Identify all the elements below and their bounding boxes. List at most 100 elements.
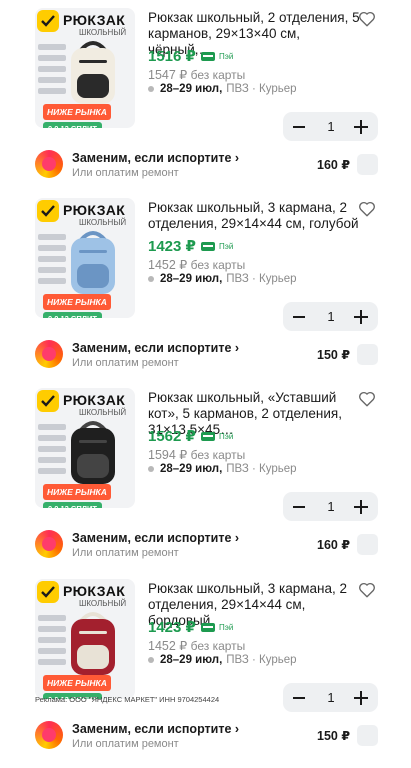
service-title[interactable]: Заменим, если испортите › [72, 341, 239, 355]
pay-label: Пэй [218, 431, 234, 441]
old-price-row: 1547 ₽ без карты [148, 67, 245, 82]
card-icon [200, 51, 215, 61]
plus-icon[interactable] [354, 500, 368, 514]
heart-icon[interactable] [358, 200, 376, 218]
service-subtitle: Или оплатим ремонт [72, 547, 179, 559]
select-checkbox[interactable] [37, 10, 59, 32]
price: 1562 ₽ [148, 428, 196, 445]
service-title[interactable]: Заменим, если испортите › [72, 722, 239, 736]
old-price: 1452 ₽ [148, 258, 188, 272]
quantity-stepper: 1 [283, 112, 378, 141]
service-title[interactable]: Заменим, если испортите › [72, 531, 239, 545]
delivery-info: 28–29 июл, ПВЗ · Курьер [148, 273, 297, 285]
delivery-options: ПВЗ · Курьер [226, 463, 297, 475]
delivery-dot-icon [148, 657, 154, 663]
image-brand-text: РЮКЗАК [63, 12, 126, 28]
service-subtitle: Или оплатим ремонт [72, 738, 179, 750]
card-icon [200, 622, 215, 632]
heart-icon[interactable] [358, 10, 376, 28]
image-brand-text: РЮКЗАК [63, 583, 126, 599]
below-market-badge: НИЖЕ РЫНКА [43, 675, 111, 691]
delivery-date: 28–29 июл, [160, 273, 223, 285]
heart-icon[interactable] [358, 390, 376, 408]
price: 1423 ₽ [148, 619, 196, 636]
minus-icon[interactable] [293, 506, 305, 508]
product-image[interactable]: РЮКЗАК ШКОЛЬНЫЙ НИЖЕ РЫНКА 0 0 12 СПЛИТ [35, 198, 135, 318]
backpack-image [71, 612, 115, 675]
pay-label: Пэй [218, 51, 234, 61]
product-image[interactable]: РЮКЗАК ШКОЛЬНЫЙ НИЖЕ РЫНКА 0 0 12 СПЛИТ [35, 579, 135, 699]
service-checkbox[interactable] [357, 154, 378, 175]
quantity-value: 1 [327, 690, 335, 705]
plus-icon[interactable] [354, 691, 368, 705]
select-checkbox[interactable] [37, 390, 59, 412]
service-title[interactable]: Заменим, если испортите › [72, 151, 239, 165]
old-price: 1594 ₽ [148, 448, 188, 462]
backpack-image [71, 421, 115, 484]
delivery-info: 28–29 июл, ПВЗ · Курьер [148, 463, 297, 475]
service-checkbox[interactable] [357, 534, 378, 555]
pay-label: Пэй [218, 241, 234, 251]
image-brand-text: РЮКЗАК [63, 392, 126, 408]
ad-disclaimer: Реклама. ООО "ЯНДЕКС МАРКЕТ" ИНН 9704254… [35, 695, 220, 704]
heart-icon[interactable] [358, 581, 376, 599]
service-price: 150 ₽ [317, 348, 351, 362]
delivery-dot-icon [148, 466, 154, 472]
delivery-date: 28–29 июл, [160, 654, 223, 666]
price-row: 1562 ₽ Пэй [148, 427, 233, 445]
backpack-image [71, 41, 115, 104]
select-checkbox[interactable] [37, 200, 59, 222]
below-market-badge: НИЖЕ РЫНКА [43, 104, 111, 120]
old-price-note: без карты [190, 68, 246, 82]
minus-icon[interactable] [293, 316, 305, 318]
image-brand-text: РЮКЗАК [63, 202, 126, 218]
service-subtitle: Или оплатим ремонт [72, 167, 179, 179]
service-checkbox[interactable] [357, 344, 378, 365]
split-badge: 0 0 12 СПЛИТ [43, 312, 102, 318]
plus-icon[interactable] [354, 120, 368, 134]
split-badge: 0 0 12 СПЛИТ [43, 502, 102, 508]
delivery-info: 28–29 июл, ПВЗ · Курьер [148, 654, 297, 666]
old-price-row: 1594 ₽ без карты [148, 447, 245, 462]
service-checkbox[interactable] [357, 725, 378, 746]
minus-icon[interactable] [293, 126, 305, 128]
old-price-note: без карты [190, 448, 246, 462]
backpack-image [71, 231, 115, 294]
delivery-options: ПВЗ · Курьер [226, 83, 297, 95]
delivery-options: ПВЗ · Курьер [226, 654, 297, 666]
replacement-service[interactable]: Заменим, если испортите › Или оплатим ре… [35, 338, 385, 372]
old-price-row: 1452 ₽ без карты [148, 257, 245, 272]
service-price: 150 ₽ [317, 729, 351, 743]
replacement-service[interactable]: Заменим, если испортите › Или оплатим ре… [35, 148, 385, 182]
card-icon [200, 241, 215, 251]
replacement-service[interactable]: Заменим, если испортите › Или оплатим ре… [35, 528, 385, 562]
delivery-date: 28–29 июл, [160, 463, 223, 475]
quantity-value: 1 [327, 309, 335, 324]
quantity-value: 1 [327, 499, 335, 514]
old-price-row: 1452 ₽ без карты [148, 638, 245, 653]
quantity-stepper: 1 [283, 683, 378, 712]
replacement-service[interactable]: Заменим, если испортите › Или оплатим ре… [35, 719, 385, 753]
old-price: 1452 ₽ [148, 639, 188, 653]
delivery-info: 28–29 июл, ПВЗ · Курьер [148, 83, 297, 95]
service-logo-icon [35, 340, 63, 368]
delivery-dot-icon [148, 276, 154, 282]
select-checkbox[interactable] [37, 581, 59, 603]
below-market-badge: НИЖЕ РЫНКА [43, 484, 111, 500]
service-subtitle: Или оплатим ремонт [72, 357, 179, 369]
plus-icon[interactable] [354, 310, 368, 324]
service-logo-icon [35, 530, 63, 558]
product-image[interactable]: РЮКЗАК ШКОЛЬНЫЙ НИЖЕ РЫНКА 0 0 12 СПЛИТ [35, 8, 135, 128]
cart-item: РЮКЗАК ШКОЛЬНЫЙ НИЖЕ РЫНКА 0 0 12 СПЛИТ … [0, 0, 411, 190]
old-price: 1547 ₽ [148, 68, 188, 82]
quantity-stepper: 1 [283, 302, 378, 331]
product-image[interactable]: РЮКЗАК ШКОЛЬНЫЙ НИЖЕ РЫНКА 0 0 12 СПЛИТ [35, 388, 135, 508]
service-logo-icon [35, 721, 63, 749]
minus-icon[interactable] [293, 697, 305, 699]
price-row: 1423 ₽ Пэй [148, 237, 233, 255]
price-row: 1516 ₽ Пэй [148, 47, 233, 65]
card-icon [200, 431, 215, 441]
service-price: 160 ₽ [317, 538, 351, 552]
delivery-options: ПВЗ · Курьер [226, 273, 297, 285]
product-title[interactable]: Рюкзак школьный, 3 кармана, 2 отделения,… [148, 200, 360, 232]
